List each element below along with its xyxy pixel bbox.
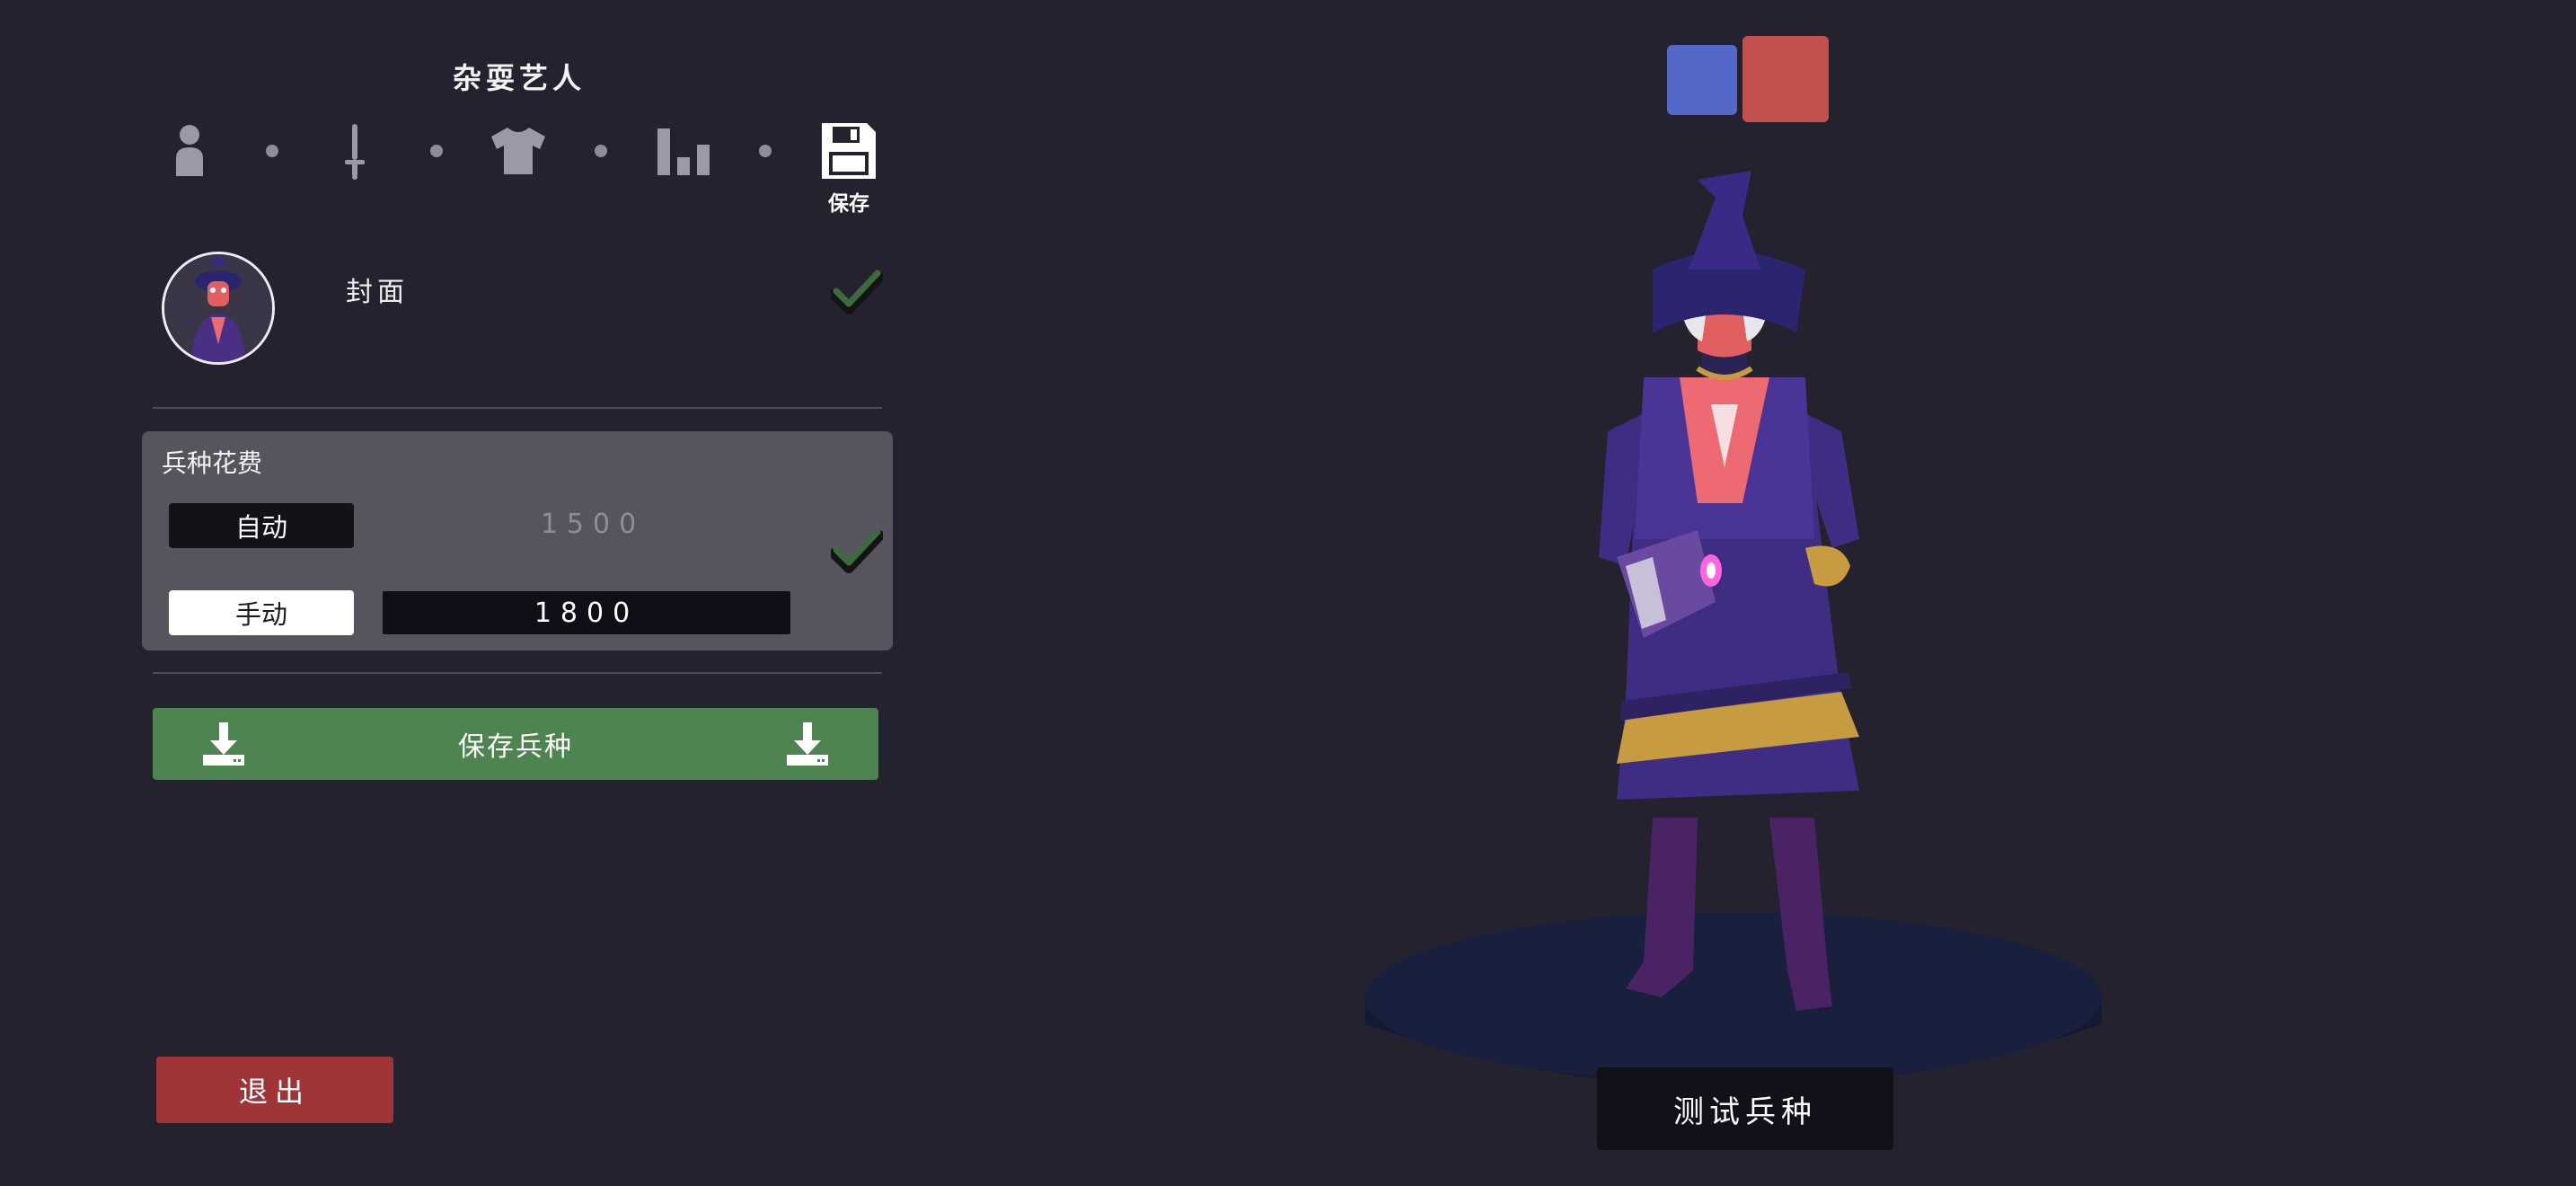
shirt-icon [491, 128, 545, 174]
step-weapons[interactable] [323, 115, 386, 187]
test-unit-button[interactable]: 测试兵种 [1597, 1067, 1893, 1150]
manual-cost-button[interactable]: 手动 [169, 590, 354, 635]
step-dot [595, 145, 607, 157]
character-preview [1365, 171, 2102, 1087]
step-unit-base[interactable] [158, 115, 221, 187]
divider [153, 407, 882, 409]
bar-chart-icon [657, 128, 710, 175]
cost-check[interactable] [829, 528, 885, 579]
step-save[interactable] [817, 115, 880, 187]
step-dot [759, 145, 772, 157]
save-unit-button[interactable]: 保存兵种 [153, 708, 878, 780]
floppy-disk-icon [822, 123, 876, 179]
unit-title: 杂耍艺人 [452, 61, 586, 95]
step-dot [266, 145, 278, 157]
person-icon [176, 125, 203, 176]
cost-title: 兵种花费 [162, 448, 263, 478]
team-red-button[interactable] [1742, 36, 1829, 122]
auto-cost-value: 1500 [540, 509, 646, 540]
download-icon [203, 722, 244, 766]
step-stats[interactable] [652, 115, 715, 187]
wizard-portrait-icon [164, 254, 272, 362]
checkmark-icon [829, 528, 885, 573]
save-unit-label: 保存兵种 [458, 731, 573, 763]
exit-button[interactable]: 退出 [156, 1057, 393, 1123]
cover-avatar[interactable] [162, 252, 275, 365]
download-icon [787, 722, 828, 766]
auto-cost-button[interactable]: 自动 [169, 503, 354, 548]
step-save-label: 保存 [828, 192, 869, 216]
step-dot [430, 145, 443, 157]
cover-check[interactable] [829, 270, 885, 320]
divider [153, 672, 882, 674]
cover-label: 封面 [346, 277, 409, 308]
manual-cost-input[interactable] [383, 591, 790, 634]
team-blue-button[interactable] [1667, 45, 1737, 115]
step-clothing[interactable] [487, 115, 550, 187]
sword-icon [345, 124, 365, 180]
checkmark-icon [829, 270, 885, 314]
